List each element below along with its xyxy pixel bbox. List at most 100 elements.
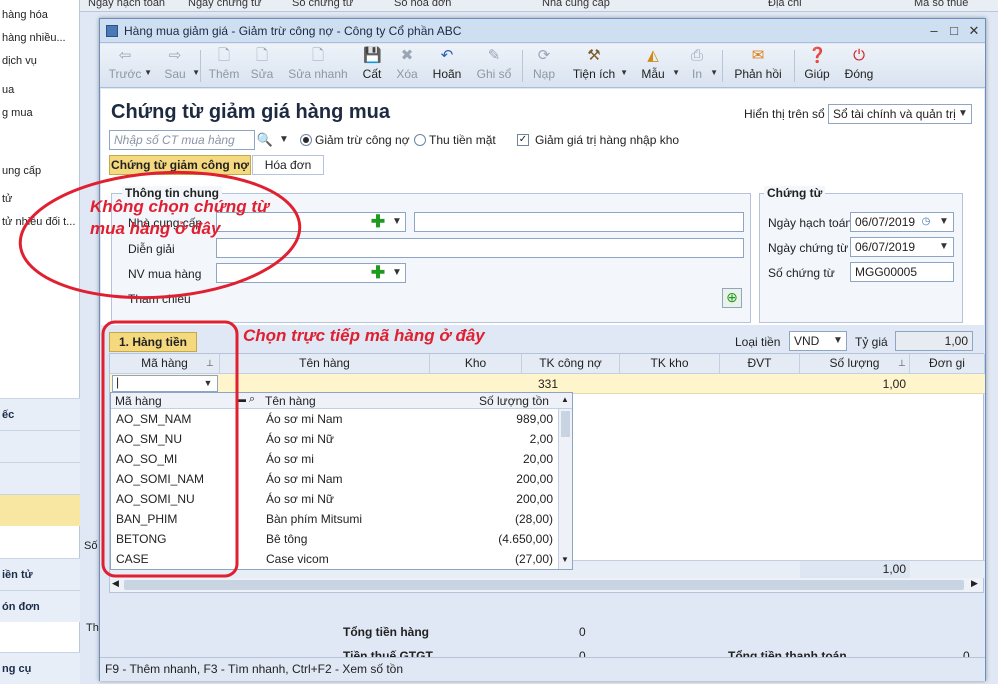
pin-icon[interactable]: ⊥ xyxy=(206,358,214,369)
minimize-button[interactable]: – xyxy=(926,23,942,39)
tab-reduce-debt[interactable]: Chứng từ giảm công nợ xyxy=(109,155,251,175)
delete-button[interactable]: ✖ Xóa xyxy=(392,46,422,86)
arrow-right-icon: ⇨ xyxy=(168,47,182,64)
chevron-down-icon[interactable]: ▼ xyxy=(935,238,953,256)
chevron-down-icon[interactable]: ▼ xyxy=(935,213,953,231)
currency-label: Loại tiền xyxy=(735,335,781,349)
col-stock-account[interactable]: TK kho xyxy=(620,354,720,374)
sidebar-item[interactable]: ua xyxy=(0,79,80,101)
reduce-debt-radio[interactable] xyxy=(300,134,312,146)
rate-input[interactable]: 1,00 xyxy=(895,331,973,351)
sidebar-group[interactable]: iền tử xyxy=(0,558,80,590)
col-unit-price[interactable]: Đơn gi xyxy=(910,354,985,374)
delete-icon: ✖ xyxy=(400,47,414,64)
col-item-name[interactable]: Tên hàng xyxy=(220,354,430,374)
bg-col-5: Nhà cung cấp xyxy=(542,0,610,9)
dropdown-row[interactable]: AO_SM_NAM Áo sơ mi Nam 989,00 xyxy=(111,409,559,429)
scroll-thumb[interactable] xyxy=(561,411,570,437)
buyer-label: NV mua hàng xyxy=(128,267,202,281)
scroll-up-icon[interactable]: ▲ xyxy=(561,395,569,404)
sidebar-group-selected[interactable] xyxy=(0,494,80,526)
supplier-name-input[interactable] xyxy=(414,212,744,232)
voucher-no-input[interactable]: MGG00005 xyxy=(850,262,954,282)
table-row[interactable]: | ▼ 331 1,00 xyxy=(110,374,985,394)
vertical-scrollbar[interactable]: ▼ xyxy=(558,409,572,569)
payable-account-cell[interactable]: 331 xyxy=(538,377,558,391)
chevron-down-icon[interactable]: ▼ xyxy=(388,264,406,282)
prev-button[interactable]: ⇦ Trước ▼ xyxy=(108,46,152,86)
sidebar-group[interactable] xyxy=(0,462,80,494)
feedback-button[interactable]: ✉ Phản hồi xyxy=(732,46,784,86)
col-quantity[interactable]: Số lượng xyxy=(800,354,910,374)
close-window-button[interactable]: ✕ xyxy=(966,23,982,39)
printer-icon: ⎙ xyxy=(690,47,703,64)
sidebar-item[interactable]: ung cấp xyxy=(0,160,80,182)
search-icon[interactable]: 🔍 xyxy=(256,131,274,149)
cash-radio[interactable] xyxy=(414,134,426,146)
chevron-down-icon[interactable]: ▼ xyxy=(200,375,216,392)
chevron-down-icon[interactable]: ▼ xyxy=(829,332,847,350)
item-dropdown-list[interactable]: Mã hàng ▬ ⌕ Tên hàng Số lượng tồn ▲ AO_S… xyxy=(110,392,573,570)
binoculars-icon[interactable]: ⌕ xyxy=(249,393,255,406)
scroll-down-icon[interactable]: ▼ xyxy=(561,555,569,564)
chevron-down-icon[interactable]: ▼ xyxy=(954,105,972,123)
col-unit[interactable]: ĐVT xyxy=(720,354,800,374)
print-button[interactable]: ⎙ In ▼ xyxy=(686,46,718,86)
dropdown-row[interactable]: AO_SOMI_NU Áo sơ mi Nữ 200,00 xyxy=(111,489,559,509)
dropdown-row[interactable]: AO_SOMI_NAM Áo sơ mi Nam 200,00 xyxy=(111,469,559,489)
sidebar-group[interactable] xyxy=(0,430,80,462)
dropdown-sort-icon[interactable]: ▬ xyxy=(237,394,246,404)
tab-invoice[interactable]: Hóa đơn xyxy=(252,155,324,175)
dropdown-row[interactable]: AO_SM_NU Áo sơ mi Nữ 2,00 xyxy=(111,429,559,449)
reduce-stock-checkbox[interactable]: ✓ xyxy=(517,134,529,146)
add-buyer-icon[interactable]: ✚ xyxy=(370,264,386,281)
arrow-right-icon[interactable]: ▶ xyxy=(971,578,978,589)
reload-button[interactable]: ⟳ Nạp xyxy=(530,46,558,86)
quick-edit-button[interactable]: 🗋 Sửa nhanh xyxy=(288,46,348,86)
template-button[interactable]: ◭ Mẫu ▼ xyxy=(636,46,680,86)
col-item-code[interactable]: Mã hàng xyxy=(110,354,220,374)
chevron-down-icon[interactable]: ▼ xyxy=(275,131,293,149)
scroll-thumb[interactable] xyxy=(124,580,964,590)
post-button[interactable]: ✎ Ghi sổ xyxy=(474,46,514,86)
sidebar-group[interactable]: ng cụ xyxy=(0,652,80,684)
arrow-left-icon[interactable]: ◀ xyxy=(112,578,119,589)
close-button[interactable]: ⏻ Đóng xyxy=(842,46,876,86)
sidebar-item[interactable]: dịch vụ xyxy=(0,50,80,72)
add-button[interactable]: 🗋 Thêm xyxy=(206,46,242,86)
save-button[interactable]: 💾 Cất xyxy=(358,46,386,86)
quantity-cell[interactable]: 1,00 xyxy=(800,377,906,391)
sidebar-group[interactable]: ếc xyxy=(0,398,80,430)
edit-button[interactable]: 🗋 Sửa xyxy=(248,46,276,86)
chevron-down-icon[interactable]: ▼ xyxy=(388,213,406,231)
sidebar-item[interactable]: g mua xyxy=(0,102,80,124)
sidebar-item[interactable]: hàng hóa xyxy=(0,4,80,26)
col-payable-account[interactable]: TK công nợ xyxy=(522,354,620,374)
utilities-button[interactable]: ⚒ Tiện ích ▼ xyxy=(570,46,628,86)
add-supplier-icon[interactable]: ✚ xyxy=(370,213,386,230)
background-sidebar: hàng hóa hàng nhiều... dịch vụ ua g mua … xyxy=(0,0,80,684)
pin-icon[interactable]: ⊥ xyxy=(898,358,906,369)
bg-col-7: Mã số thuế xyxy=(914,0,969,9)
sidebar-item[interactable]: tử nhiều đối t... xyxy=(0,211,80,233)
col-warehouse[interactable]: Kho xyxy=(430,354,522,374)
total-goods-label: Tổng tiền hàng xyxy=(343,625,429,639)
dropdown-row[interactable]: BETONG Bê tông (4.650,00) xyxy=(111,529,559,549)
maximize-button[interactable]: □ xyxy=(946,23,962,39)
display-select[interactable]: Sổ tài chính và quản trị xyxy=(828,104,972,124)
horizontal-scrollbar[interactable]: ◀ ▶ xyxy=(110,578,983,592)
sidebar-item[interactable]: tử xyxy=(0,188,80,210)
dropdown-row[interactable]: AO_SO_MI Áo sơ mi 20,00 xyxy=(111,449,559,469)
dropdown-row[interactable]: BAN_PHIM Bàn phím Mitsumi (28,00) xyxy=(111,509,559,529)
tab-goods-money[interactable]: 1. Hàng tiền xyxy=(109,332,197,352)
clock-icon[interactable]: ◷ xyxy=(917,213,935,231)
help-button[interactable]: ❓ Giúp xyxy=(802,46,832,86)
dropdown-row[interactable]: CASE Case vicom (27,00) xyxy=(111,549,559,569)
purchase-voucher-search-input[interactable]: Nhập số CT mua hàng xyxy=(109,130,255,150)
add-reference-icon[interactable]: ⊕ xyxy=(722,288,742,308)
undo-button[interactable]: ↶ Hoãn xyxy=(430,46,464,86)
next-button[interactable]: ⇨ Sau ▼ xyxy=(160,46,200,86)
sidebar-group[interactable]: ón đơn xyxy=(0,590,80,622)
description-input[interactable] xyxy=(216,238,744,258)
sidebar-item[interactable]: hàng nhiều... xyxy=(0,27,80,49)
